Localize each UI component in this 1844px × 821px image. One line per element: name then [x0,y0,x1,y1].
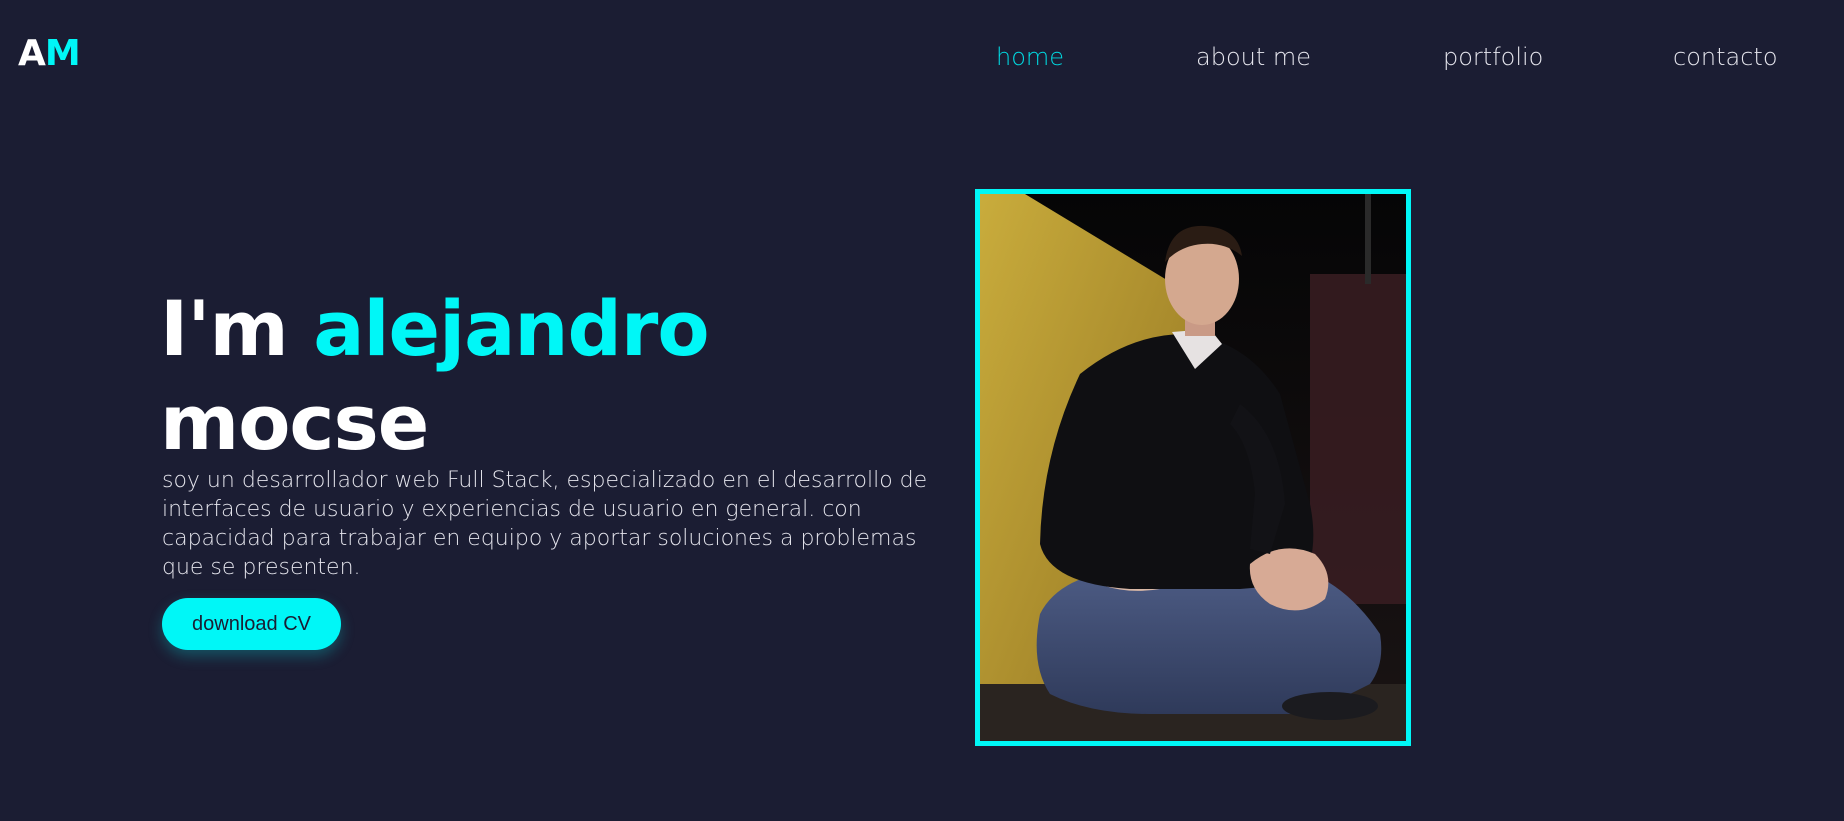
hero-title-prefix: I'm [160,284,314,373]
hero-title-line-1: I'm alejandro [160,282,710,376]
photo-shoe [1282,692,1378,720]
hero-last-name: mocse [160,378,429,467]
profile-photo-frame [975,189,1411,746]
nav-link-contacto[interactable]: contacto [1673,40,1778,74]
page: AM home about me portfolio contacto I'm … [0,0,1844,821]
hero-description: soy un desarrollador web Full Stack, esp… [162,468,928,580]
main-nav: home about me portfolio contacto [0,40,1844,74]
download-cv-button[interactable]: download CV [162,598,341,650]
photo-door [1310,274,1406,604]
photo-door-post [1365,194,1371,284]
nav-link-portfolio[interactable]: portfolio [1443,40,1543,74]
profile-photo [980,194,1406,741]
nav-link-about-me[interactable]: about me [1196,40,1311,74]
hero-first-name: alejandro [313,284,709,373]
nav-link-home[interactable]: home [996,40,1064,74]
hero-title: I'm alejandro mocse [160,282,710,470]
